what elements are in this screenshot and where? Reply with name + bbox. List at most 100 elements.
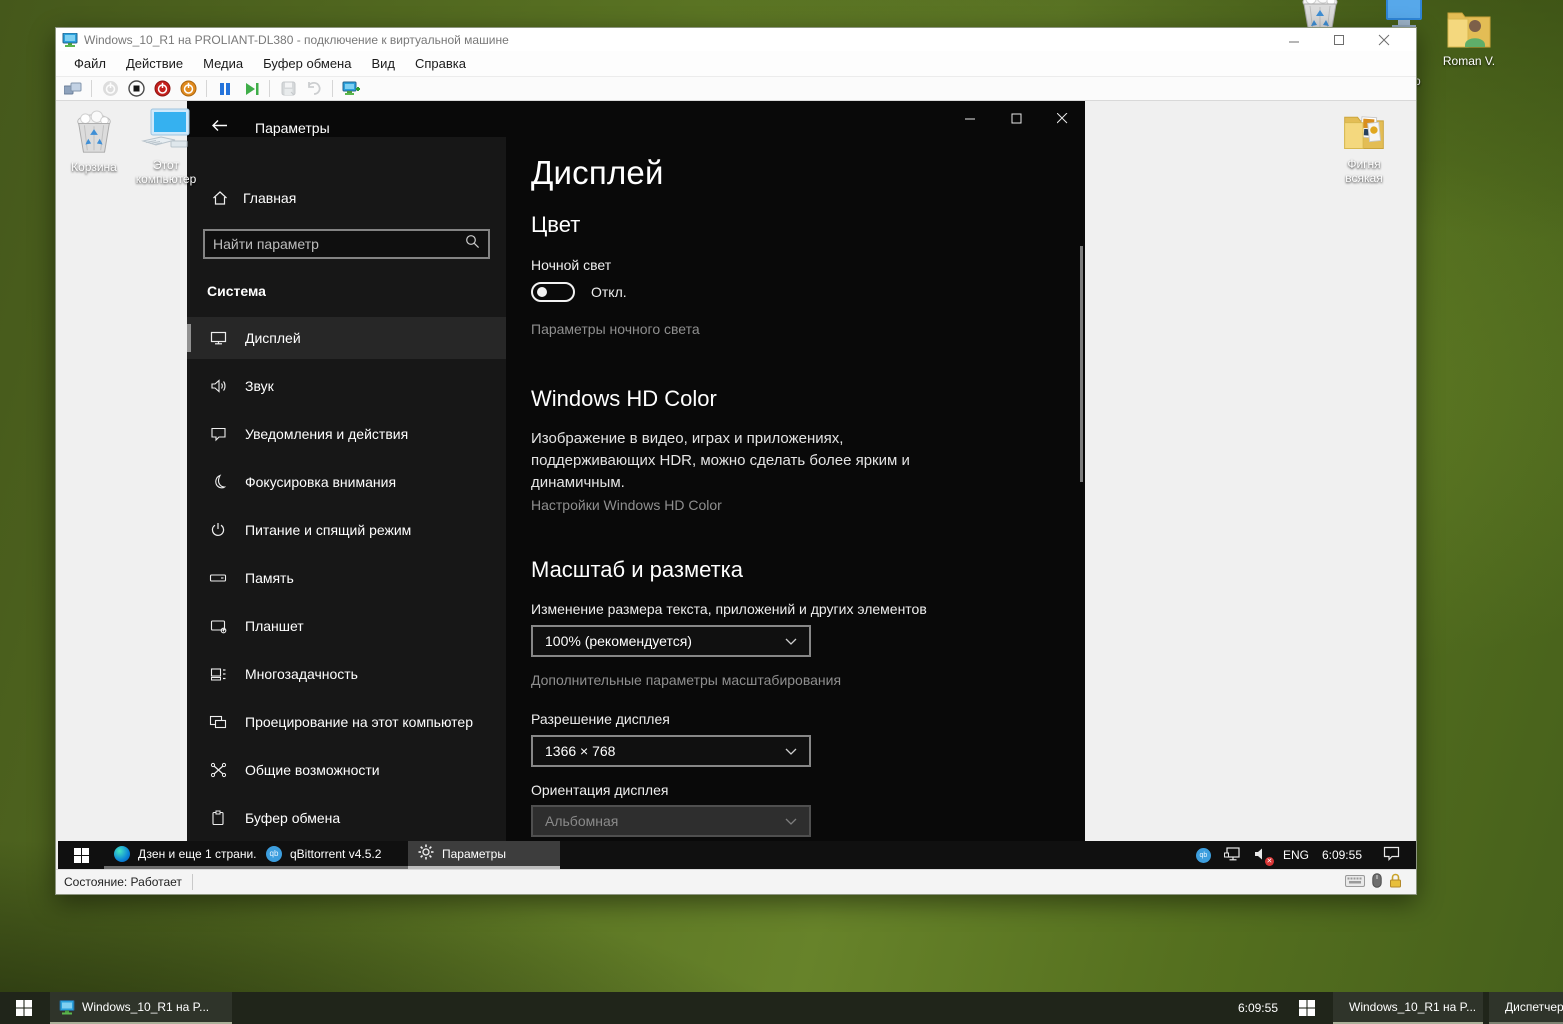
- scale-dropdown-value: 100% (рекомендуется): [545, 633, 692, 649]
- sidebar-item-shared-experiences[interactable]: Общие возможности: [187, 749, 506, 791]
- scale-dropdown[interactable]: 100% (рекомендуется): [531, 625, 811, 657]
- sidebar-item-clipboard[interactable]: Буфер обмена: [187, 797, 506, 839]
- settings-close-button[interactable]: [1039, 101, 1085, 135]
- host-task-vmconnect[interactable]: Windows_10_R1 на P...: [50, 992, 232, 1024]
- shutdown-vm-button[interactable]: [151, 79, 173, 99]
- vm-task-qbittorrent[interactable]: qb qBittorrent v4.5.2: [256, 841, 408, 869]
- vmconnect-minimize-button[interactable]: [1271, 29, 1316, 51]
- vm-start-button[interactable]: [58, 841, 104, 869]
- checkpoint-button[interactable]: [340, 79, 362, 99]
- vm-status-text: Состояние: Работает: [64, 875, 182, 889]
- home-icon: [211, 189, 229, 207]
- vm-task-label: Дзен и еще 1 страни...: [138, 847, 256, 861]
- resolution-dropdown[interactable]: 1366 × 768: [531, 735, 811, 767]
- vm-clock[interactable]: 6:09:55: [1322, 848, 1362, 862]
- night-light-toggle[interactable]: [531, 282, 575, 302]
- host-clock-text: 6:09:55: [1238, 1001, 1278, 1015]
- chevron-down-icon: [785, 748, 797, 755]
- host-task-label: Диспетчер: [1505, 1000, 1563, 1014]
- vmconnect-menubar: Файл Действие Медиа Буфер обмена Вид Спр…: [56, 51, 1416, 77]
- vm-recycle-bin-icon[interactable]: Корзина: [62, 109, 126, 174]
- sidebar-item-label: Многозадачность: [245, 666, 358, 682]
- settings-search-input[interactable]: [213, 236, 465, 252]
- menu-help[interactable]: Справка: [405, 51, 476, 76]
- sidebar-item-label: Планшет: [245, 618, 304, 634]
- menu-file[interactable]: Файл: [64, 51, 116, 76]
- vm-task-settings[interactable]: Параметры: [408, 841, 560, 869]
- pause-vm-button[interactable]: [214, 79, 236, 99]
- orientation-dropdown: Альбомная: [531, 805, 811, 837]
- sidebar-item-notifications[interactable]: Уведомления и действия: [187, 413, 506, 455]
- storage-icon: [209, 569, 227, 587]
- menu-action[interactable]: Действие: [116, 51, 193, 76]
- host-start-button[interactable]: [0, 992, 48, 1024]
- night-light-settings-link[interactable]: Параметры ночного света: [531, 320, 1085, 338]
- host-user-folder-label: Roman V.: [1443, 54, 1495, 68]
- shutdown-guest-button[interactable]: [177, 79, 199, 99]
- menu-media[interactable]: Медиа: [193, 51, 253, 76]
- vmconnect-maximize-button[interactable]: [1316, 29, 1361, 51]
- vm-stuff-folder-label: Фигня всякая: [1345, 157, 1382, 185]
- qbittorrent-icon: qb: [266, 846, 282, 862]
- host-task-hyperv-manager[interactable]: Диспетчер: [1489, 992, 1563, 1024]
- windows-logo-icon: [74, 848, 89, 863]
- settings-minimize-button[interactable]: [947, 101, 993, 135]
- sidebar-item-label: Уведомления и действия: [245, 426, 408, 442]
- hdr-settings-link[interactable]: Настройки Windows HD Color: [531, 496, 1085, 514]
- settings-scrollbar[interactable]: [1080, 246, 1083, 482]
- sidebar-item-sound[interactable]: Звук: [187, 365, 506, 407]
- sidebar-item-label: Звук: [245, 378, 274, 394]
- vm-this-pc-icon[interactable]: Этот компьютер: [134, 107, 198, 186]
- turn-off-vm-button[interactable]: [125, 79, 147, 99]
- sidebar-item-storage[interactable]: Память: [187, 557, 506, 599]
- vm-stuff-folder-icon[interactable]: Фигня всякая: [1336, 108, 1392, 185]
- sidebar-item-focus[interactable]: Фокусировка внимания: [187, 461, 506, 503]
- resume-vm-button[interactable]: [240, 79, 262, 99]
- vmconnect-titlebar[interactable]: Windows_10_R1 на PROLIANT-DL380 - подклю…: [56, 28, 1416, 51]
- sidebar-item-display[interactable]: Дисплей: [187, 317, 506, 359]
- host-clock[interactable]: 6:09:55: [1178, 992, 1278, 1024]
- windows-logo-icon: [16, 1000, 32, 1016]
- network-tray-icon[interactable]: [1224, 847, 1241, 864]
- volume-muted-tray-icon[interactable]: ✕: [1254, 847, 1270, 864]
- night-light-label: Ночной свет: [531, 256, 1085, 274]
- sidebar-item-multitasking[interactable]: Многозадачность: [187, 653, 506, 695]
- multitasking-icon: [209, 665, 227, 683]
- sidebar-item-projecting[interactable]: Проецирование на этот компьютер: [187, 701, 506, 743]
- gear-icon: [418, 844, 434, 863]
- advanced-scaling-link[interactable]: Дополнительные параметры масштабирования: [531, 671, 1085, 689]
- settings-search-box[interactable]: [203, 229, 490, 259]
- sidebar-item-power[interactable]: Питание и спящий режим: [187, 509, 506, 551]
- vm-task-edge[interactable]: Дзен и еще 1 страни...: [104, 841, 256, 869]
- sidebar-item-tablet[interactable]: Планшет: [187, 605, 506, 647]
- action-center-icon[interactable]: [1383, 846, 1400, 864]
- windows-logo-icon: [1299, 1000, 1315, 1016]
- menu-view[interactable]: Вид: [361, 51, 405, 76]
- vm-recycle-bin-label: Корзина: [71, 160, 117, 174]
- back-arrow-icon[interactable]: [211, 119, 228, 137]
- toolbar-separator: [332, 80, 333, 97]
- settings-window: Параметры Главная: [187, 101, 1085, 841]
- toolbar-separator: [206, 80, 207, 97]
- language-indicator[interactable]: ENG: [1283, 848, 1309, 862]
- host-task-vmconnect-secondary[interactable]: Windows_10_R1 на P...: [1333, 992, 1483, 1024]
- pictures-folder-icon: [1341, 108, 1387, 154]
- hdr-heading: Windows HD Color: [531, 384, 1085, 414]
- vmconnect-close-button[interactable]: [1361, 29, 1406, 51]
- sidebar-item-home[interactable]: Главная: [187, 183, 506, 213]
- chevron-down-icon: [785, 638, 797, 645]
- host-start-button-secondary[interactable]: [1283, 992, 1331, 1024]
- toggle-knob: [537, 287, 547, 297]
- speaker-icon: [209, 377, 227, 395]
- recycle-bin-full-icon: [71, 109, 117, 157]
- orientation-label: Ориентация дисплея: [531, 781, 1085, 799]
- menu-clipboard[interactable]: Буфер обмена: [253, 51, 361, 76]
- host-user-folder-icon[interactable]: Roman V.: [1437, 5, 1501, 68]
- color-heading: Цвет: [531, 210, 1085, 240]
- ctrl-alt-del-button[interactable]: [62, 79, 84, 99]
- sidebar-item-label: Дисплей: [245, 330, 301, 346]
- vm-taskbar: Дзен и еще 1 страни... qb qBittorrent v4…: [58, 841, 1416, 869]
- settings-maximize-button[interactable]: [993, 101, 1039, 135]
- search-icon[interactable]: [465, 234, 480, 254]
- qbittorrent-tray-icon[interactable]: qb: [1196, 848, 1211, 863]
